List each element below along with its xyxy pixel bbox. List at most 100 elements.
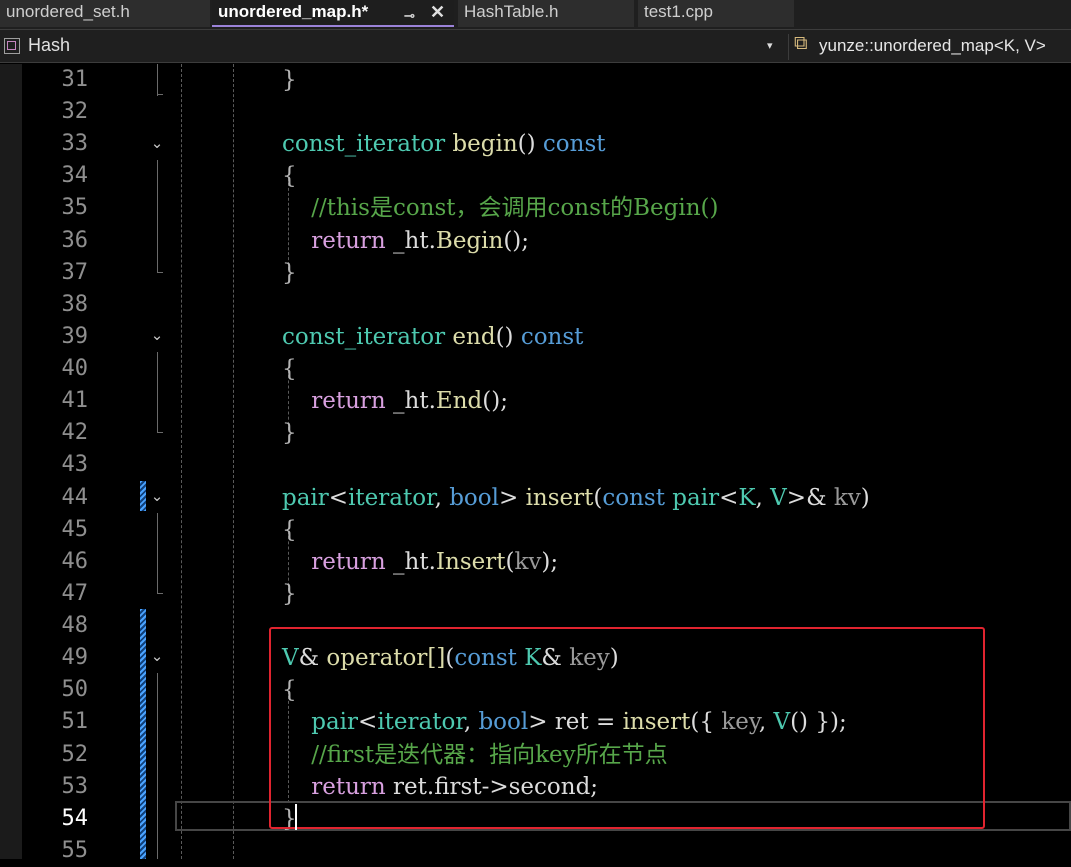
- code-text: }: [282, 417, 297, 449]
- code-token: (): [517, 131, 543, 158]
- code-line[interactable]: 46 return _ht.Insert(kv);: [22, 546, 1071, 578]
- line-number: 47: [61, 580, 89, 606]
- tab-hashtable-h[interactable]: HashTable.h: [458, 0, 634, 27]
- code-token: ,: [755, 484, 771, 511]
- code-token: }: [282, 580, 297, 607]
- code-token: const_iterator: [282, 131, 446, 158]
- line-number: 46: [61, 548, 89, 574]
- code-text: }: [282, 578, 297, 610]
- line-number: 49: [61, 645, 89, 671]
- code-text: }: [282, 257, 297, 289]
- code-line[interactable]: 31}: [22, 64, 1071, 96]
- navigation-bar: Hash ▾ ⧉ yunze::unordered_map<K, V>: [0, 29, 1071, 63]
- code-text: return _ht.End();: [282, 385, 508, 417]
- code-text: return _ht.Insert(kv);: [282, 546, 558, 578]
- code-editor[interactable]: ⌄ ⌄ ⌄ ⌄ 31} 32 33 const_iterator begin() co…: [22, 64, 1071, 863]
- project-icon: [4, 38, 20, 54]
- code-line[interactable]: 39 const_iterator end() const: [22, 321, 1071, 353]
- code-line[interactable]: 33 const_iterator begin() const: [22, 128, 1071, 160]
- code-line[interactable]: 55: [22, 835, 1071, 867]
- project-dropdown[interactable]: Hash: [28, 35, 70, 56]
- code-token: ,: [434, 484, 450, 511]
- code-token: >&: [786, 484, 834, 511]
- line-number: 33: [61, 131, 89, 157]
- code-token: return: [311, 227, 386, 254]
- code-token: ();: [503, 227, 530, 254]
- code-token: Insert: [435, 548, 506, 575]
- code-text: return _ht.Begin();: [282, 225, 529, 257]
- code-token: <: [719, 484, 739, 511]
- line-number: 45: [61, 516, 89, 542]
- code-line[interactable]: 44 pair<iterator, bool> insert(const pair…: [22, 482, 1071, 514]
- code-text: //this是const，会调用const的Begin(): [282, 192, 718, 224]
- line-number: 37: [61, 259, 89, 285]
- code-text: {: [282, 514, 297, 546]
- line-number: 41: [61, 388, 89, 414]
- line-number: 54: [61, 805, 89, 831]
- code-token: pair: [282, 484, 329, 511]
- tab-bar: unordered_set.h unordered_map.h* ⊸ ✕ Has…: [0, 0, 1071, 29]
- line-number: 40: [61, 356, 89, 382]
- annotation-highlight-box: [269, 627, 985, 829]
- code-token: {: [282, 516, 297, 543]
- code-token: return: [311, 548, 386, 575]
- class-scope-icon: ⧉: [794, 33, 808, 54]
- code-token: (): [495, 323, 521, 350]
- code-token: {: [282, 163, 297, 190]
- code-line[interactable]: 34 {: [22, 160, 1071, 192]
- tab-test1-cpp[interactable]: test1.cpp: [638, 0, 794, 27]
- code-line[interactable]: 37}: [22, 257, 1071, 289]
- code-text: const_iterator end() const: [282, 321, 583, 353]
- code-token: begin: [452, 131, 518, 158]
- code-token: return: [311, 388, 386, 415]
- code-text: {: [282, 160, 297, 192]
- code-token: }: [282, 67, 297, 93]
- code-token: K: [738, 484, 756, 511]
- tab-unordered-set-h[interactable]: unordered_set.h: [0, 0, 210, 27]
- chevron-down-icon[interactable]: ▾: [767, 39, 773, 52]
- line-number: 43: [61, 452, 89, 478]
- code-line[interactable]: 43: [22, 449, 1071, 481]
- code-line[interactable]: 42}: [22, 417, 1071, 449]
- code-token: _ht.: [385, 388, 436, 415]
- code-line[interactable]: 35 //this是const，会调用const的Begin(): [22, 192, 1071, 224]
- line-number: 32: [61, 99, 89, 125]
- code-line[interactable]: 47}: [22, 578, 1071, 610]
- tab-label: unordered_set.h: [6, 2, 130, 21]
- code-token: const: [542, 131, 606, 158]
- line-number: 36: [61, 227, 89, 253]
- code-token: bool: [449, 484, 499, 511]
- code-text: }: [282, 64, 297, 96]
- tab-label: unordered_map.h*: [218, 2, 369, 21]
- line-number: 34: [61, 163, 89, 189]
- code-line[interactable]: 40 {: [22, 353, 1071, 385]
- line-number: 51: [61, 709, 89, 735]
- close-icon[interactable]: ✕: [430, 0, 445, 24]
- line-number: 35: [61, 195, 89, 221]
- code-token: );: [541, 548, 559, 575]
- pin-icon[interactable]: ⊸: [404, 4, 415, 25]
- line-number: 55: [61, 837, 89, 863]
- text-caret: [295, 804, 297, 830]
- code-line[interactable]: 45 {: [22, 514, 1071, 546]
- code-token: ): [860, 484, 870, 511]
- code-token: {: [282, 356, 297, 383]
- code-token: End: [435, 388, 483, 415]
- code-line[interactable]: 41 return _ht.End();: [22, 385, 1071, 417]
- code-token: ();: [482, 388, 508, 415]
- code-token: const: [602, 484, 665, 511]
- code-token: _ht.: [385, 548, 436, 575]
- scope-dropdown[interactable]: yunze::unordered_map<K, V>: [819, 36, 1046, 56]
- code-line[interactable]: 38: [22, 289, 1071, 321]
- code-line[interactable]: 32: [22, 96, 1071, 128]
- line-number: 44: [61, 484, 89, 510]
- tab-unordered-map-h[interactable]: unordered_map.h* ⊸ ✕: [212, 0, 454, 27]
- code-line[interactable]: 36 return _ht.Begin();: [22, 225, 1071, 257]
- code-token: }: [282, 420, 297, 447]
- code-token: _ht.: [385, 227, 436, 254]
- code-token: V: [770, 484, 787, 511]
- code-token: >: [498, 484, 526, 511]
- code-token: kv: [514, 548, 542, 575]
